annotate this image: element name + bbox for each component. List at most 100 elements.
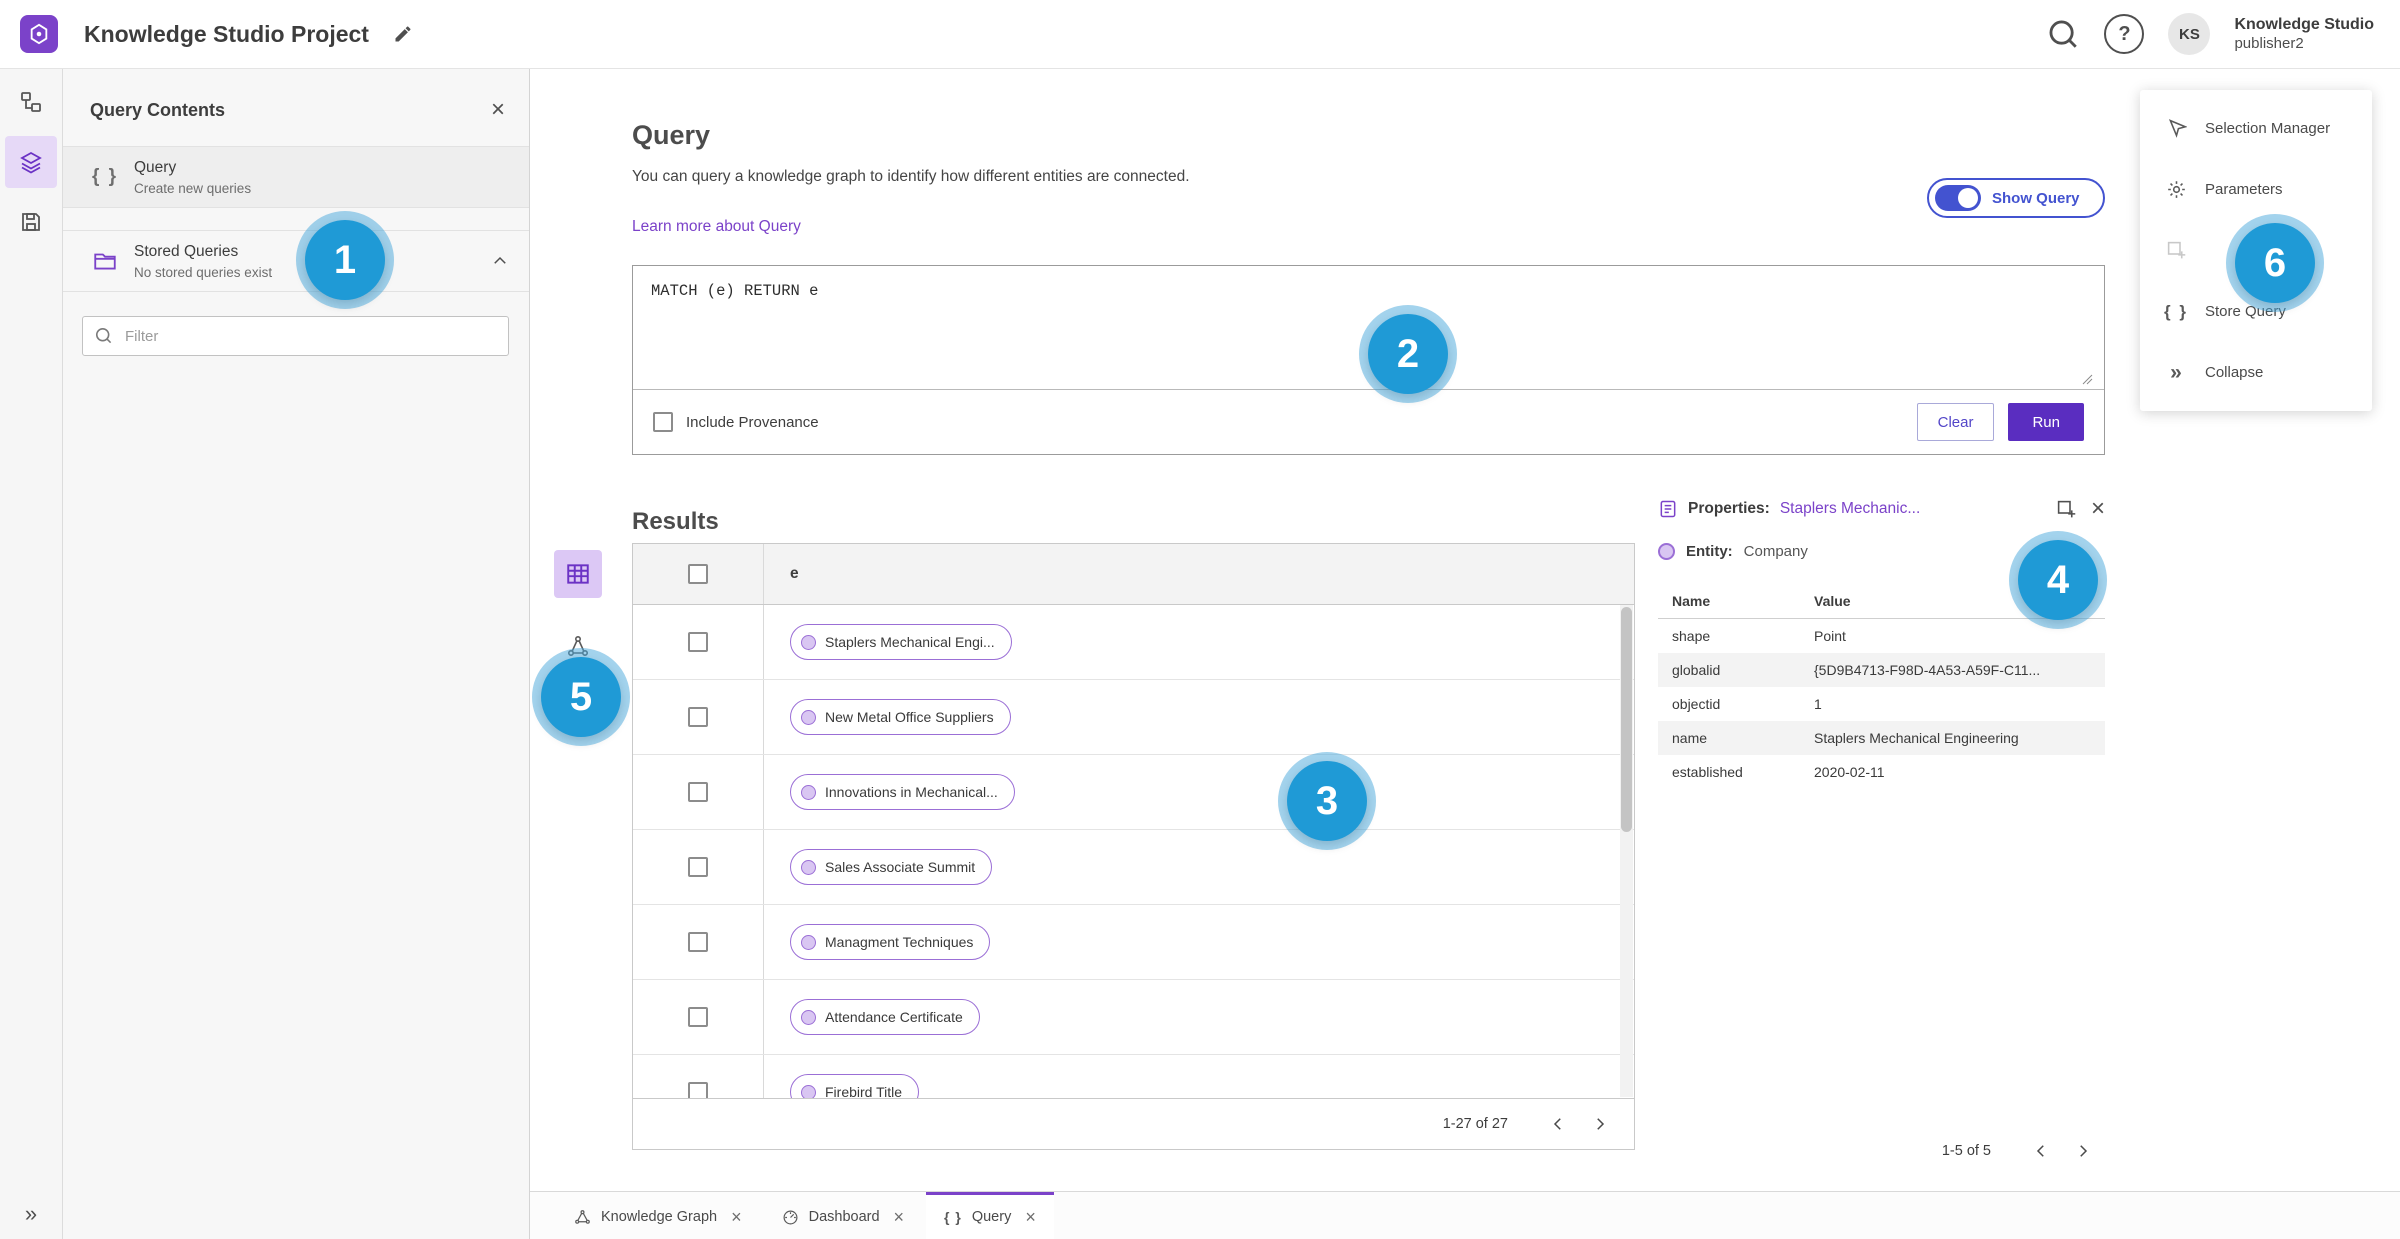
close-panel-icon[interactable]: ×: [491, 98, 505, 122]
entity-dot-icon: [801, 859, 816, 875]
add-to-new-icon[interactable]: [2056, 499, 2077, 520]
entity-pill[interactable]: Attendance Certificate: [790, 999, 980, 1035]
results-header-row: e: [633, 544, 1634, 605]
entity-pill[interactable]: Staplers Mechanical Engi...: [790, 624, 1012, 660]
table-row: New Metal Office Suppliers: [633, 680, 1634, 755]
run-button[interactable]: Run: [2008, 403, 2084, 441]
entity-pill[interactable]: Firebird Title: [790, 1074, 920, 1098]
row-checkbox[interactable]: [688, 632, 708, 652]
chevrons-right-icon: »: [2170, 360, 2182, 384]
annotation-badge-3: 3: [1287, 761, 1367, 841]
sidebar-item-stored-queries[interactable]: Stored Queries No stored queries exist: [62, 230, 529, 292]
next-page-icon[interactable]: [1582, 1106, 1618, 1142]
sidebar-item-query[interactable]: { } Query Create new queries: [62, 146, 529, 208]
item-label: Stored Queries: [134, 242, 239, 260]
entity-pill[interactable]: Sales Associate Summit: [790, 849, 993, 885]
previous-page-icon[interactable]: [1540, 1106, 1576, 1142]
knowledge-graph-icon: [574, 1209, 591, 1226]
entity-pill[interactable]: Managment Techniques: [790, 924, 991, 960]
dashboard-icon: [782, 1209, 799, 1226]
menu-item-parameters[interactable]: Parameters: [2140, 159, 2372, 220]
entity-dot-icon: [801, 634, 816, 650]
row-checkbox[interactable]: [688, 1007, 708, 1027]
previous-page-icon[interactable]: [2023, 1133, 2059, 1169]
properties-pagination: 1-5 of 5: [1658, 1133, 2105, 1169]
save-icon[interactable]: [5, 196, 57, 248]
menu-item-label: Collapse: [2205, 364, 2264, 381]
filter-input[interactable]: [82, 316, 509, 356]
menu-item-collapse[interactable]: » Collapse: [2140, 342, 2372, 403]
entity-dot-icon: [801, 1084, 816, 1098]
layers-icon[interactable]: [5, 136, 57, 188]
include-provenance-checkbox[interactable]: [653, 412, 673, 432]
expand-rail-icon[interactable]: »: [0, 1201, 62, 1227]
tab-query[interactable]: { } Query ×: [926, 1192, 1054, 1239]
user-name: Knowledge Studio: [2234, 15, 2374, 33]
table-row: Innovations in Mechanical...: [633, 755, 1634, 830]
entity-pill[interactable]: Innovations in Mechanical...: [790, 774, 1015, 810]
entity-label: Entity:: [1686, 543, 1733, 560]
braces-icon: { }: [91, 166, 119, 187]
entity-pill[interactable]: New Metal Office Suppliers: [790, 699, 1011, 735]
avatar[interactable]: KS: [2168, 13, 2211, 55]
scrollbar-track[interactable]: [1620, 605, 1633, 1097]
entity-pill-label: Attendance Certificate: [825, 1009, 963, 1025]
property-value: {5D9B4713-F98D-4A53-A59F-C11...: [1814, 662, 2041, 678]
data-model-icon[interactable]: [5, 76, 57, 128]
search-icon[interactable]: [2046, 17, 2080, 51]
row-checkbox[interactable]: [688, 932, 708, 952]
row-checkbox[interactable]: [688, 782, 708, 802]
results-table: e Staplers Mechanical Engi... New Metal …: [632, 543, 1635, 1150]
user-role: publisher2: [2234, 34, 2304, 52]
close-properties-icon[interactable]: ×: [2091, 497, 2105, 521]
show-query-toggle[interactable]: Show Query: [1927, 178, 2105, 218]
property-name: globalid: [1672, 662, 1721, 678]
app-root: Knowledge Studio Project ? KS Knowledge …: [0, 0, 2400, 1239]
properties-entity-link[interactable]: Staplers Mechanic...: [1780, 500, 2038, 518]
row-checkbox[interactable]: [688, 707, 708, 727]
close-tab-icon[interactable]: ×: [731, 1208, 742, 1226]
pagination-range: 1-27 of 27: [1442, 1116, 1508, 1132]
properties-header: Properties: Staplers Mechanic... ×: [1658, 497, 2105, 521]
scrollbar-thumb[interactable]: [1621, 607, 1632, 832]
tab-label: Knowledge Graph: [601, 1209, 718, 1225]
annotation-badge-2: 2: [1368, 314, 1448, 394]
select-all-checkbox[interactable]: [688, 564, 708, 584]
folder-icon: [88, 248, 122, 274]
column-header-e: e: [790, 565, 799, 582]
close-tab-icon[interactable]: ×: [894, 1208, 905, 1226]
panel-header: Query Contents ×: [62, 68, 529, 146]
account-menu[interactable]: Knowledge Studio publisher2: [2234, 15, 2374, 54]
tab-knowledge-graph[interactable]: Knowledge Graph ×: [556, 1192, 760, 1239]
tab-label: Dashboard: [808, 1209, 880, 1225]
topbar-actions: ? KS Knowledge Studio publisher2: [2046, 13, 2400, 55]
row-checkbox[interactable]: [688, 857, 708, 877]
page-title: Query: [632, 120, 711, 151]
entity-pill-label: Managment Techniques: [825, 934, 974, 950]
entity-pill-label: Firebird Title: [825, 1084, 903, 1098]
table-view-icon[interactable]: [554, 550, 602, 598]
column-header-name: Name: [1672, 593, 1711, 609]
clear-button[interactable]: Clear: [1916, 403, 1995, 441]
edit-title-icon[interactable]: [393, 24, 413, 44]
entity-dot-icon: [801, 934, 816, 950]
query-editor-input[interactable]: MATCH (e) RETURN e: [633, 266, 2104, 390]
toggle-label: Show Query: [1992, 189, 2080, 207]
table-row: Sales Associate Summit: [633, 830, 1634, 905]
chevron-up-icon[interactable]: [491, 252, 509, 270]
row-checkbox[interactable]: [688, 1082, 708, 1098]
property-row: established 2020-02-11: [1658, 755, 2105, 789]
close-tab-icon[interactable]: ×: [1025, 1208, 1036, 1226]
bottom-tab-bar: Knowledge Graph × Dashboard × { } Query …: [530, 1191, 2400, 1239]
learn-more-link[interactable]: Learn more about Query: [632, 218, 801, 236]
table-row: Attendance Certificate: [633, 980, 1634, 1055]
query-description: You can query a knowledge graph to ident…: [632, 168, 1190, 185]
app-logo-icon[interactable]: [20, 15, 58, 53]
tab-dashboard[interactable]: Dashboard ×: [764, 1192, 922, 1239]
help-icon[interactable]: ?: [2104, 14, 2145, 54]
next-page-icon[interactable]: [2065, 1133, 2101, 1169]
entity-dot-icon: [801, 1009, 816, 1025]
resize-grip-icon[interactable]: [2081, 372, 2101, 451]
menu-item-selection-manager[interactable]: Selection Manager: [2140, 98, 2372, 159]
editor-controls: Include Provenance Clear Run: [633, 390, 2104, 454]
